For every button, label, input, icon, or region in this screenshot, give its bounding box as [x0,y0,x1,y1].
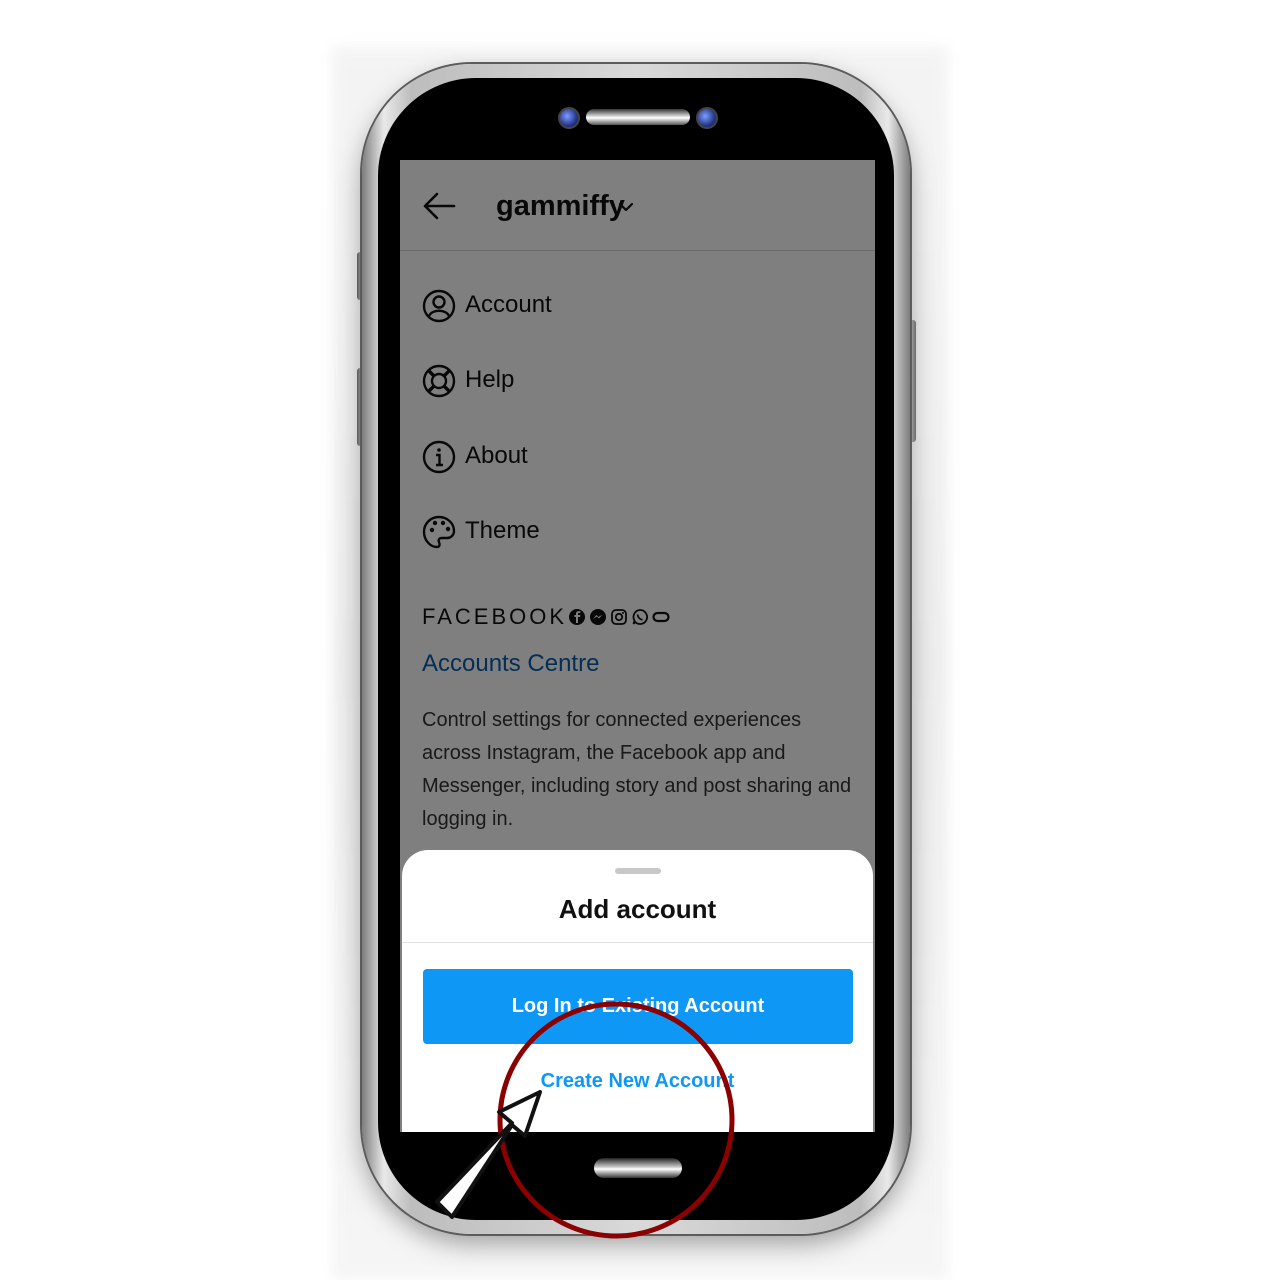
add-account-sheet: Add account Log In to Existing Account C… [402,850,873,1132]
sensor-icon [696,107,718,129]
phone-screen: gammiffy Account Help [400,160,875,1132]
earpiece-speaker [586,109,690,125]
home-button [594,1158,682,1178]
create-new-account-link[interactable]: Create New Account [402,1070,873,1093]
front-camera-icon [558,107,580,129]
sheet-title: Add account [558,894,717,924]
sheet-divider [402,942,873,943]
login-existing-account-button[interactable]: Log In to Existing Account [423,969,853,1044]
sheet-drag-handle[interactable] [615,868,661,874]
